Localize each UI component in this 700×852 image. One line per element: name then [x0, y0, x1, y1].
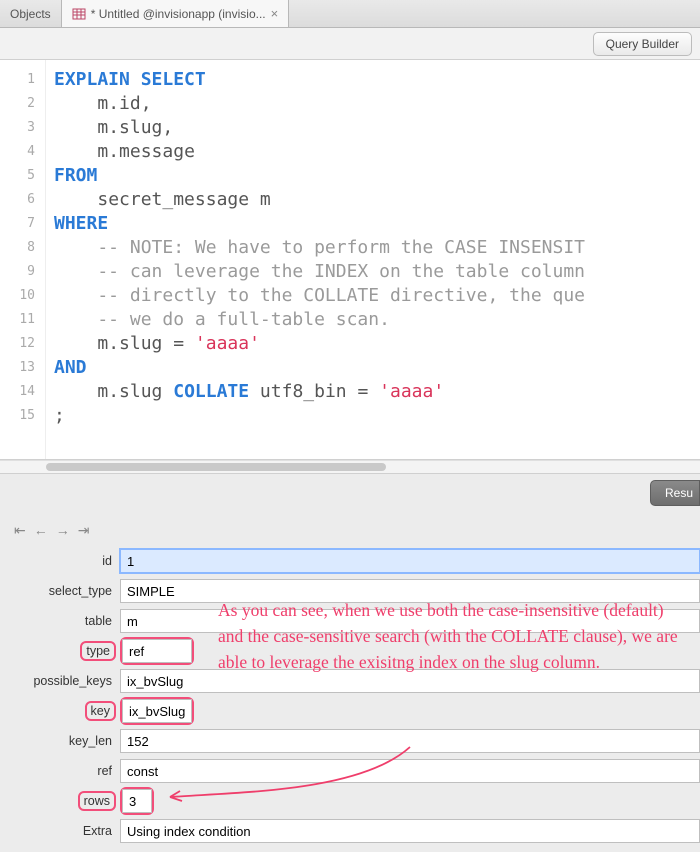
field-rows[interactable] [122, 789, 152, 813]
sql-table-icon [72, 7, 86, 21]
label-ref: ref [0, 764, 120, 778]
tab-bar: Objects * Untitled @invisionapp (invisio… [0, 0, 700, 28]
results-toolbar: Resu [0, 474, 700, 518]
code-area[interactable]: EXPLAIN SELECT m.id, m.slug, m.message F… [46, 60, 700, 459]
label-type: type [80, 641, 116, 661]
query-builder-button[interactable]: Query Builder [593, 32, 692, 56]
label-select-type: select_type [0, 584, 120, 598]
field-possible-keys[interactable] [120, 669, 700, 693]
nav-prev-icon[interactable]: ← [34, 522, 48, 538]
label-id: id [0, 554, 120, 568]
tab-objects-label: Objects [10, 7, 51, 21]
field-type[interactable] [122, 639, 192, 663]
field-key[interactable] [122, 699, 192, 723]
record-nav: ⇤ ← → ⇥ [0, 518, 700, 542]
tab-objects[interactable]: Objects [0, 0, 62, 27]
label-table: table [0, 614, 120, 628]
sql-editor[interactable]: 123456789101112131415 EXPLAIN SELECT m.i… [0, 60, 700, 460]
explain-detail-form: id select_type table type possible_keys … [0, 542, 700, 846]
field-extra[interactable] [120, 819, 700, 843]
field-id[interactable] [120, 549, 700, 573]
label-rows: rows [78, 791, 116, 811]
label-key: key [85, 701, 116, 721]
label-possible-keys: possible_keys [0, 674, 120, 688]
editor-toolbar: Query Builder [0, 28, 700, 60]
label-extra: Extra [0, 824, 120, 838]
tab-active-label: * Untitled @invisionapp (invisio... [91, 7, 266, 21]
field-ref[interactable] [120, 759, 700, 783]
label-key-len: key_len [0, 734, 120, 748]
tab-close-icon[interactable]: × [271, 6, 279, 21]
nav-next-icon[interactable]: → [56, 522, 70, 538]
field-key-len[interactable] [120, 729, 700, 753]
tab-active-query[interactable]: * Untitled @invisionapp (invisio... × [62, 0, 290, 27]
results-button[interactable]: Resu [650, 480, 700, 506]
scrollbar-thumb[interactable] [46, 463, 386, 471]
line-gutter: 123456789101112131415 [0, 60, 46, 459]
editor-horizontal-scrollbar[interactable] [0, 460, 700, 474]
field-select-type[interactable] [120, 579, 700, 603]
field-table[interactable] [120, 609, 700, 633]
nav-first-icon[interactable]: ⇤ [14, 522, 26, 539]
app-root: Objects * Untitled @invisionapp (invisio… [0, 0, 700, 852]
nav-last-icon[interactable]: ⇥ [78, 522, 90, 539]
